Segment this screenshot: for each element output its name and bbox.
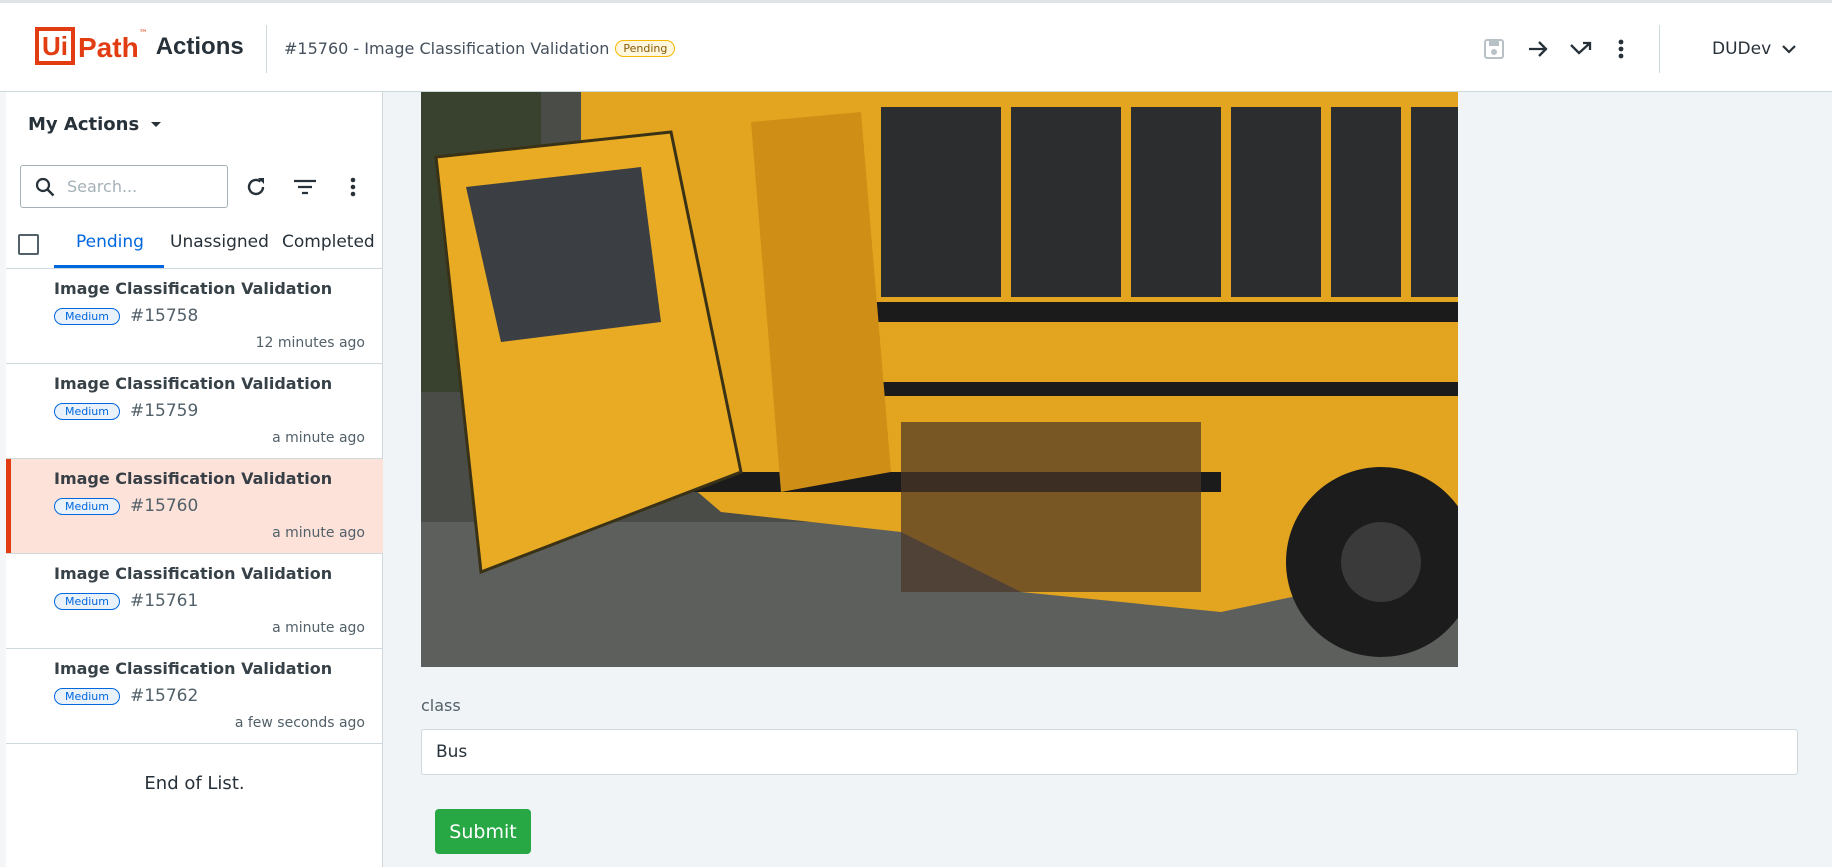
item-title: Image Classification Validation bbox=[54, 469, 333, 488]
item-id: #15761 bbox=[129, 591, 199, 611]
save-icon[interactable] bbox=[1481, 36, 1507, 62]
user-menu[interactable]: DUDev bbox=[1712, 39, 1771, 59]
list-item[interactable]: Image Classification Validation Medium #1… bbox=[6, 269, 383, 364]
more-vertical-icon[interactable] bbox=[338, 172, 368, 202]
app-header: Ui Path ™ Actions #15760 - Image Classific… bbox=[0, 3, 1832, 92]
status-badge: Pending bbox=[615, 40, 676, 57]
caret-down-icon bbox=[151, 121, 162, 127]
divider bbox=[266, 25, 267, 73]
view-selector[interactable]: My Actions bbox=[28, 114, 162, 135]
filter-icon[interactable] bbox=[290, 172, 320, 202]
item-id: #15760 bbox=[129, 496, 199, 516]
list-item[interactable]: Image Classification Validation Medium #1… bbox=[6, 364, 383, 459]
priority-badge: Medium bbox=[54, 402, 120, 420]
list-item[interactable]: Image Classification Validation Medium #1… bbox=[6, 554, 383, 649]
refresh-icon[interactable] bbox=[241, 172, 271, 202]
item-title: Image Classification Validation bbox=[54, 279, 333, 298]
uipath-logo[interactable]: Ui Path ™ Actions bbox=[35, 27, 244, 65]
list-item[interactable]: Image Classification Validation Medium #1… bbox=[6, 649, 383, 744]
priority-badge: Medium bbox=[54, 592, 120, 610]
priority-badge: Medium bbox=[54, 687, 120, 705]
sidebar: My Actions Pending Unassigned Completed … bbox=[6, 92, 383, 867]
item-title: Image Classification Validation bbox=[54, 374, 333, 393]
search-icon bbox=[35, 177, 55, 196]
item-time: a minute ago bbox=[272, 620, 365, 636]
user-name: DUDev bbox=[1712, 39, 1772, 59]
priority-badge: Medium bbox=[54, 307, 120, 325]
reassign-icon[interactable] bbox=[1568, 36, 1594, 62]
task-title: #15760 - Image Classification Validation… bbox=[284, 39, 676, 58]
more-vertical-icon[interactable] bbox=[1608, 36, 1634, 62]
task-image bbox=[421, 92, 1458, 667]
item-id: #15759 bbox=[129, 401, 199, 421]
list-item-selected[interactable]: Image Classification Validation Medium #1… bbox=[6, 459, 383, 554]
item-time: a minute ago bbox=[272, 525, 365, 541]
item-time: a minute ago bbox=[272, 430, 365, 446]
divider bbox=[1659, 25, 1660, 73]
item-id: #15762 bbox=[129, 686, 199, 706]
search-box[interactable] bbox=[20, 165, 228, 208]
item-id: #15758 bbox=[129, 306, 199, 326]
item-title: Image Classification Validation bbox=[54, 564, 333, 583]
submit-button[interactable]: Submit bbox=[435, 809, 531, 854]
item-time: a few seconds ago bbox=[234, 715, 365, 731]
class-input[interactable] bbox=[421, 729, 1798, 775]
chevron-down-icon[interactable] bbox=[1776, 36, 1802, 62]
class-field-label: class bbox=[421, 696, 461, 715]
app-name: Actions bbox=[155, 33, 244, 60]
tab-pending[interactable]: Pending bbox=[76, 232, 144, 252]
priority-badge: Medium bbox=[54, 497, 120, 515]
forward-arrow-icon[interactable] bbox=[1525, 36, 1551, 62]
task-list: Image Classification Validation Medium #1… bbox=[6, 268, 383, 744]
search-input[interactable] bbox=[67, 177, 207, 196]
end-of-list: End of List. bbox=[144, 773, 245, 794]
item-time: 12 minutes ago bbox=[255, 335, 365, 351]
tab-completed[interactable]: Completed bbox=[282, 232, 375, 252]
tab-unassigned[interactable]: Unassigned bbox=[170, 232, 269, 252]
select-all-checkbox[interactable] bbox=[18, 234, 39, 255]
item-title: Image Classification Validation bbox=[54, 659, 333, 678]
